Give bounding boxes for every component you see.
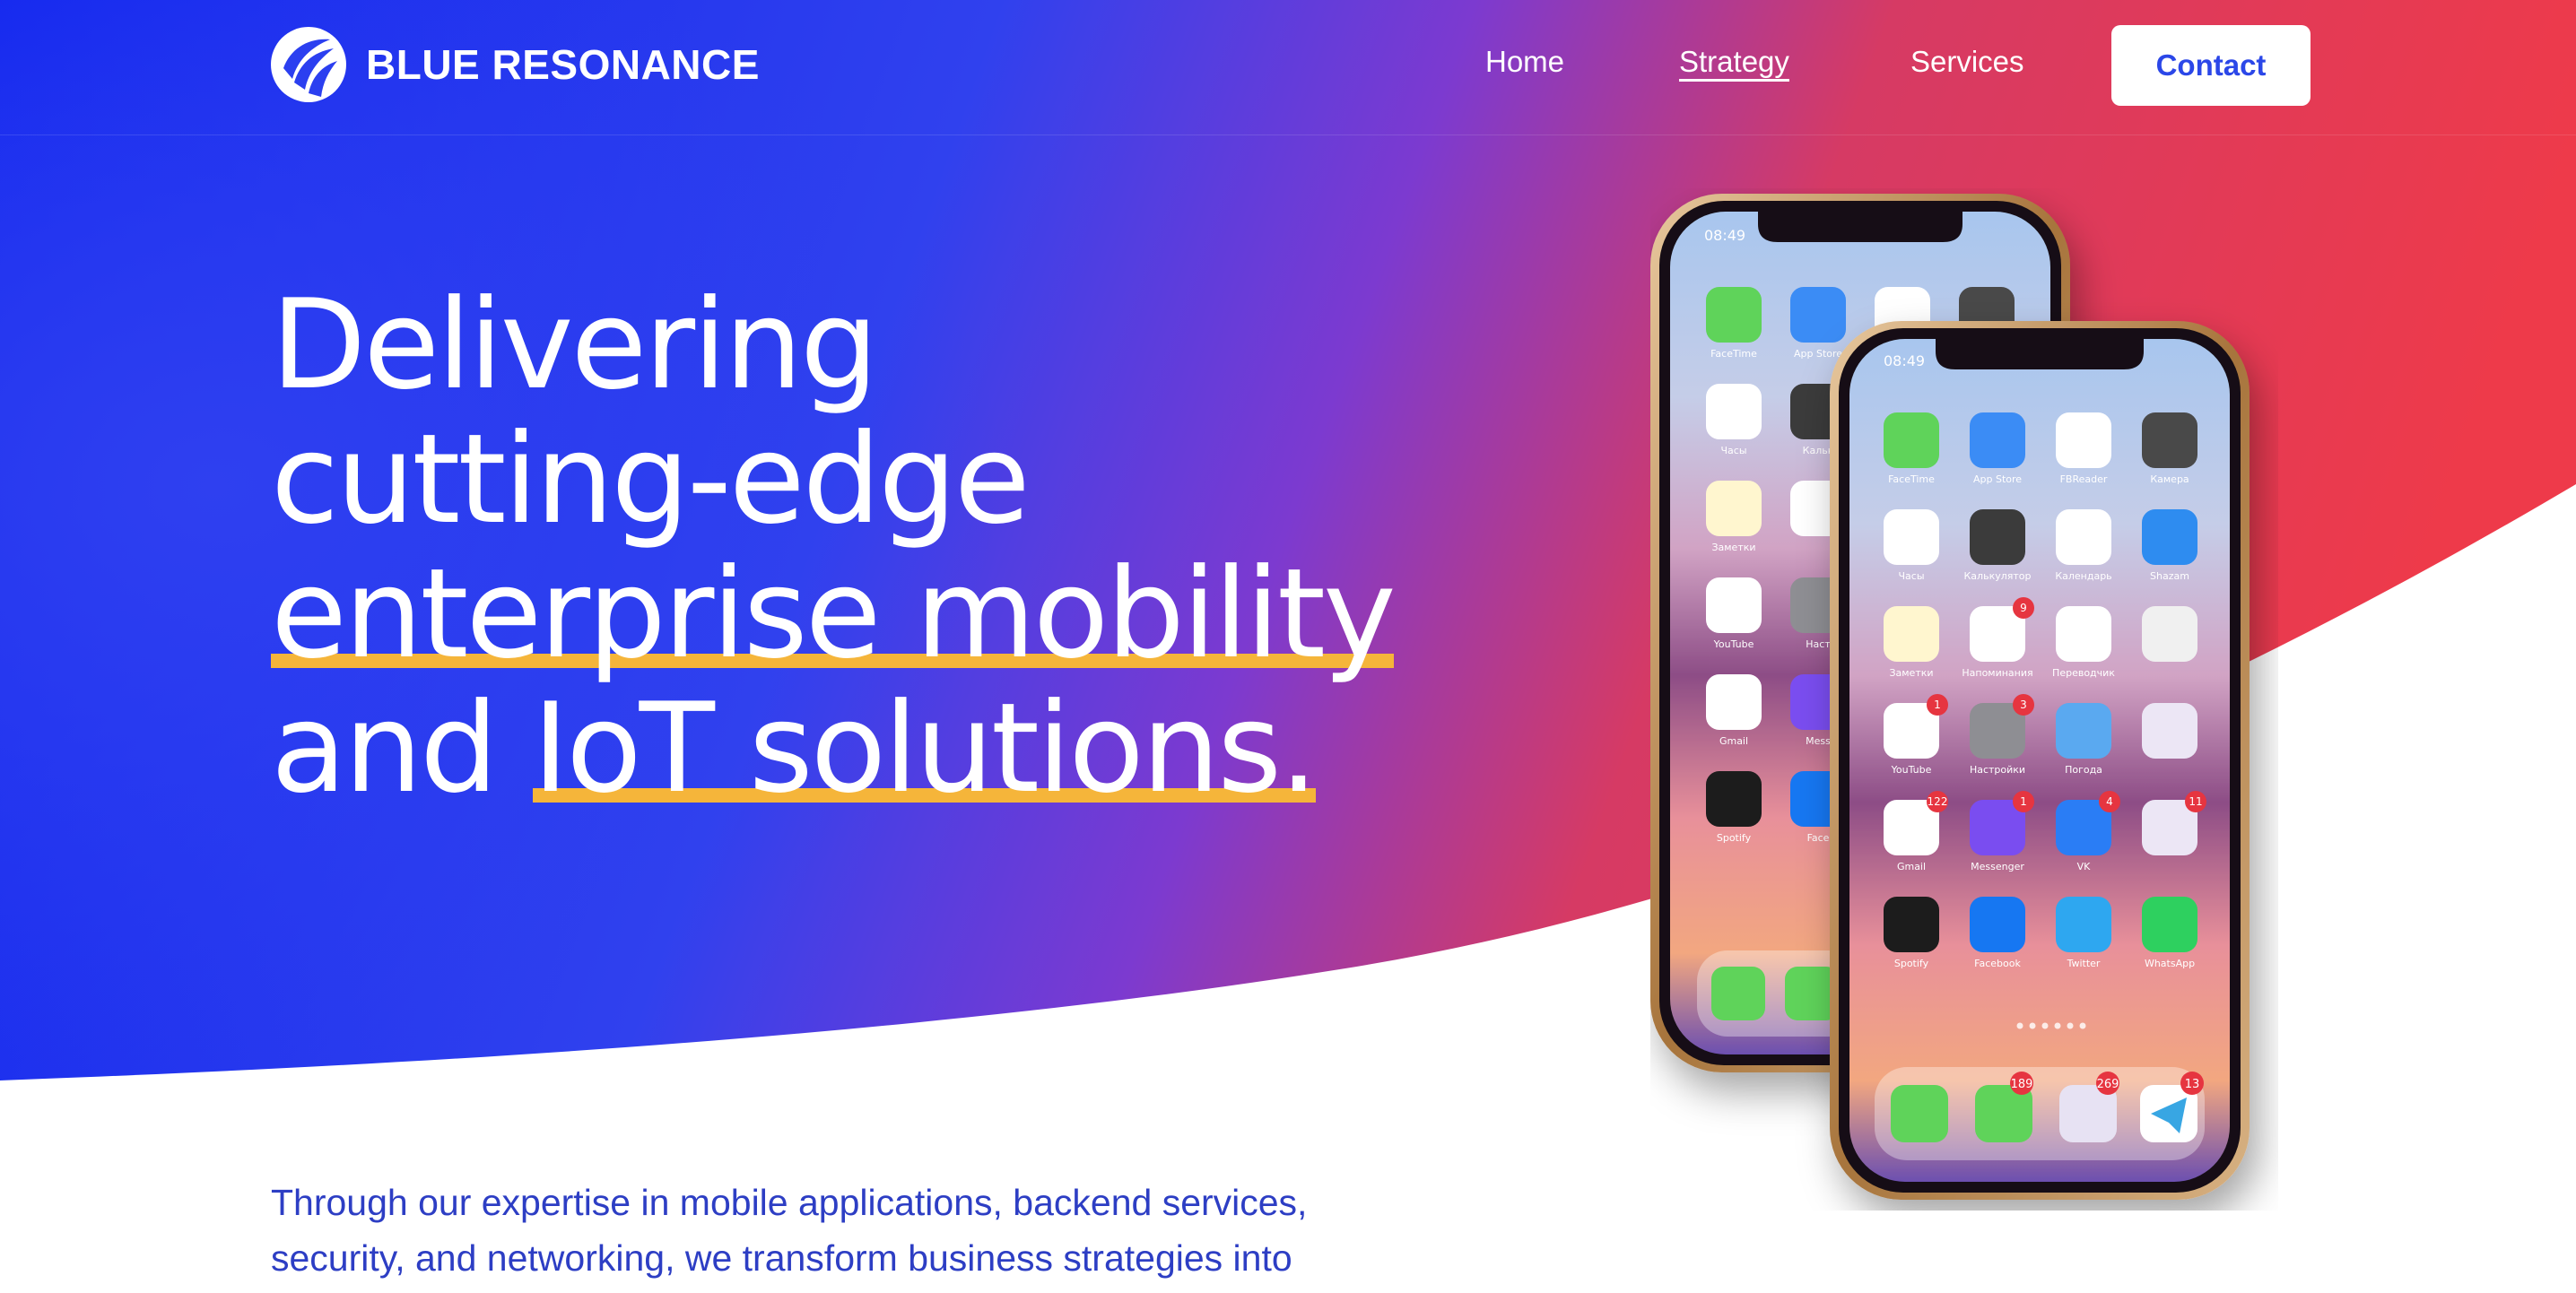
- hero-intro-text: Through our expertise in mobile applicat…: [271, 1182, 1308, 1279]
- front-app-icon: [1970, 509, 2025, 565]
- front-app-label: Погода: [2065, 764, 2102, 776]
- front-app-icon: [1970, 412, 2025, 468]
- back-app-icon: [1790, 287, 1846, 343]
- headline-highlight-enterprise-mobility: enterprise mobility: [271, 542, 1397, 686]
- back-app-label: Mess: [1806, 735, 1831, 747]
- svg-text:08:49: 08:49: [1704, 227, 1745, 244]
- front-app-icon: [2142, 606, 2197, 662]
- top-navbar: BLUE RESONANCE Home Strategy Services Co…: [0, 0, 2576, 135]
- back-app-label: Кальк: [1803, 445, 1834, 456]
- front-app-icon: [2056, 606, 2111, 662]
- back-app-label: Spotify: [1717, 832, 1752, 844]
- front-app-icon: [2056, 897, 2111, 952]
- back-app-label: Часы: [1720, 445, 1746, 456]
- front-app-label: Калькулятор: [1964, 570, 2032, 582]
- headline-highlight-iot-solutions: IoT solutions.: [532, 676, 1318, 820]
- front-app-icon: [2142, 703, 2197, 759]
- notification-badge-count: 9: [2020, 602, 2027, 614]
- contact-button[interactable]: Contact: [2111, 25, 2311, 106]
- front-app-icon: [2142, 509, 2197, 565]
- front-app-label: Заметки: [1889, 667, 1933, 679]
- front-app-icon: [1884, 897, 1939, 952]
- headline-line-4-prefix: and: [271, 676, 533, 820]
- front-app-label: Twitter: [2067, 958, 2101, 969]
- headline-line-1: Delivering: [271, 273, 879, 417]
- back-app-label: Gmail: [1719, 735, 1748, 747]
- notification-badge-count: 122: [1928, 795, 1948, 808]
- back-app-icon: [1706, 674, 1762, 730]
- nav-link-services[interactable]: Services: [1910, 45, 2024, 79]
- front-app-icon: [2142, 412, 2197, 468]
- nav-link-home[interactable]: Home: [1485, 45, 1564, 79]
- front-app-label: Напоминания: [1962, 667, 2032, 679]
- back-app-label: Заметки: [1711, 542, 1755, 553]
- nav-link-strategy[interactable]: Strategy: [1679, 45, 1789, 79]
- hero-headline: Delivering cutting-edge enterprise mobil…: [271, 273, 1397, 820]
- notification-badge-count: 4: [2106, 795, 2113, 808]
- back-app-label: FaceTime: [1710, 348, 1757, 360]
- front-app-label: Настройки: [1970, 764, 2025, 776]
- front-app-icon: [1884, 509, 1939, 565]
- svg-text:189: 189: [2011, 1078, 2033, 1091]
- front-app-label: FaceTime: [1888, 473, 1935, 485]
- front-app-icon: [1970, 897, 2025, 952]
- front-app-label: Часы: [1898, 570, 1924, 582]
- front-app-icon: [1884, 412, 1939, 468]
- dock-phone-icon: [1891, 1085, 1948, 1142]
- back-app-icon: [1706, 384, 1762, 439]
- feather-swirl-icon: [271, 27, 346, 102]
- front-app-icon: [2056, 412, 2111, 468]
- brand-name: BLUE RESONANCE: [366, 41, 760, 88]
- back-app-icon: [1706, 481, 1762, 536]
- svg-text:269: 269: [2097, 1078, 2119, 1091]
- back-app-icon: [1706, 577, 1762, 633]
- front-app-icon: [1884, 606, 1939, 662]
- front-app-label: Gmail: [1897, 861, 1926, 872]
- notification-badge-count: 1: [2020, 795, 2027, 808]
- headline-line-2: cutting-edge: [271, 407, 1031, 551]
- front-app-label: VK: [2077, 861, 2092, 872]
- front-app-label: Переводчик: [2052, 667, 2115, 679]
- front-app-icon: [2056, 703, 2111, 759]
- brand-logo[interactable]: BLUE RESONANCE: [271, 27, 760, 102]
- front-app-label: Spotify: [1894, 958, 1929, 969]
- front-app-label: Камера: [2150, 473, 2189, 485]
- front-phone: 08:49 FaceTime App Store FBReader Камера Час…: [1830, 321, 2250, 1200]
- front-app-label: WhatsApp: [2145, 958, 2195, 969]
- phones-illustration: 08:49 FaceTime App Store Часы Кальк Заметки Y…: [1650, 194, 2250, 1200]
- notification-badge-count: 11: [2189, 795, 2202, 808]
- back-app-icon: [1706, 287, 1762, 343]
- front-app-label: Messenger: [1971, 861, 2024, 872]
- back-app-label: Face: [1807, 832, 1830, 844]
- front-app-label: Facebook: [1974, 958, 2021, 969]
- svg-text:13: 13: [2185, 1078, 2200, 1091]
- front-app-label: Календарь: [2055, 570, 2111, 582]
- back-app-label: Наст: [1806, 638, 1831, 650]
- notification-badge-count: 3: [2020, 699, 2027, 711]
- back-app-label: App Store: [1794, 348, 1842, 360]
- front-app-icon: [2142, 897, 2197, 952]
- front-app-icon: [2056, 509, 2111, 565]
- front-app-label: Shazam: [2150, 570, 2189, 582]
- front-app-label: YouTube: [1891, 764, 1932, 776]
- back-app-label: YouTube: [1713, 638, 1754, 650]
- back-app-icon: [1706, 771, 1762, 827]
- front-app-label: FBReader: [2060, 473, 2108, 485]
- svg-text:08:49: 08:49: [1884, 352, 1925, 369]
- front-app-label: App Store: [1973, 473, 2022, 485]
- notification-badge-count: 1: [1934, 699, 1941, 711]
